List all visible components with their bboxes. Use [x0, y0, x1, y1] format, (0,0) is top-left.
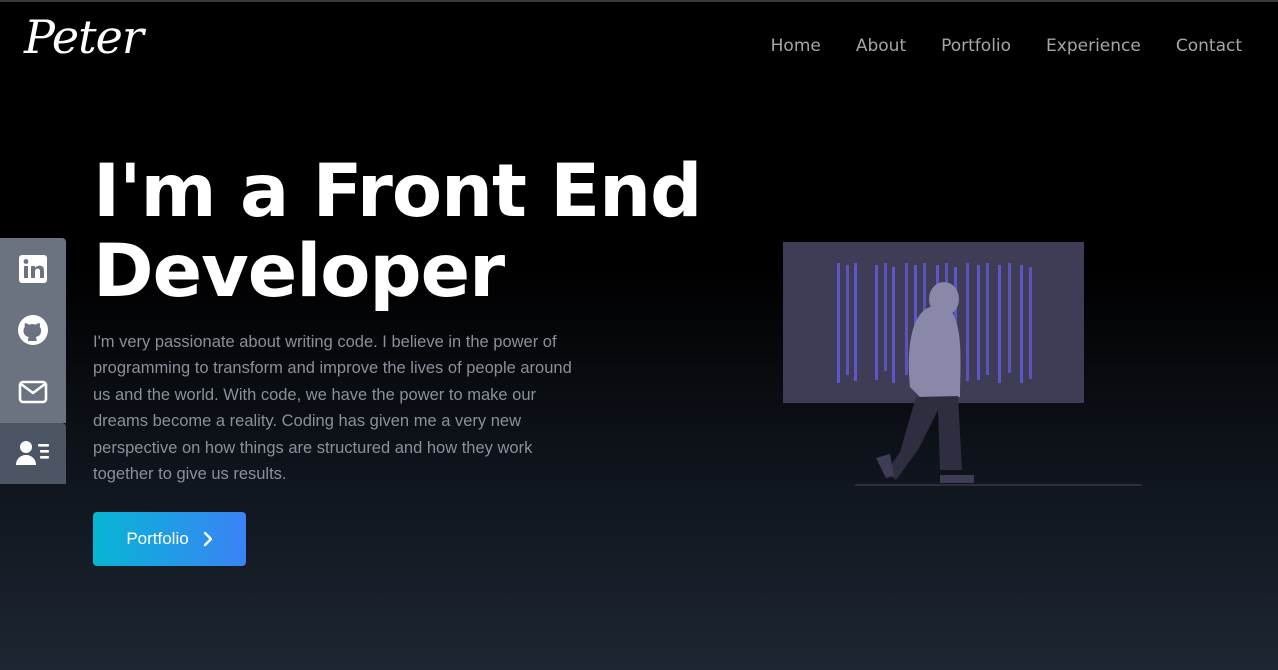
hero-title: I'm a Front End Developer [93, 152, 733, 312]
social-sidebar [0, 238, 66, 484]
nav-experience[interactable]: Experience [1046, 36, 1141, 56]
hero-title-line1: I'm a Front End [93, 149, 702, 234]
resume-link[interactable] [0, 422, 66, 484]
github-icon [18, 315, 48, 346]
nav-home[interactable]: Home [771, 36, 821, 56]
linkedin-link[interactable] [0, 238, 66, 300]
portfolio-button[interactable]: Portfolio [93, 512, 246, 566]
hero-description: I'm very passionate about writing code. … [93, 333, 572, 484]
github-link[interactable] [0, 299, 66, 361]
resume-icon [16, 441, 49, 466]
nav-about[interactable]: About [856, 36, 906, 56]
mail-icon [18, 380, 48, 404]
chevron-right-icon [203, 531, 212, 547]
nav-contact[interactable]: Contact [1176, 36, 1242, 56]
portfolio-button-label: Portfolio [126, 529, 189, 548]
email-link[interactable] [0, 361, 66, 423]
logo[interactable]: Peter [24, 10, 144, 64]
hacker-illustration [783, 242, 1142, 486]
nav-portfolio[interactable]: Portfolio [941, 36, 1011, 56]
linkedin-icon [19, 254, 47, 283]
main-nav: Home About Portfolio Experience Contact [771, 36, 1242, 56]
hero-title-line2: Developer [93, 229, 505, 314]
